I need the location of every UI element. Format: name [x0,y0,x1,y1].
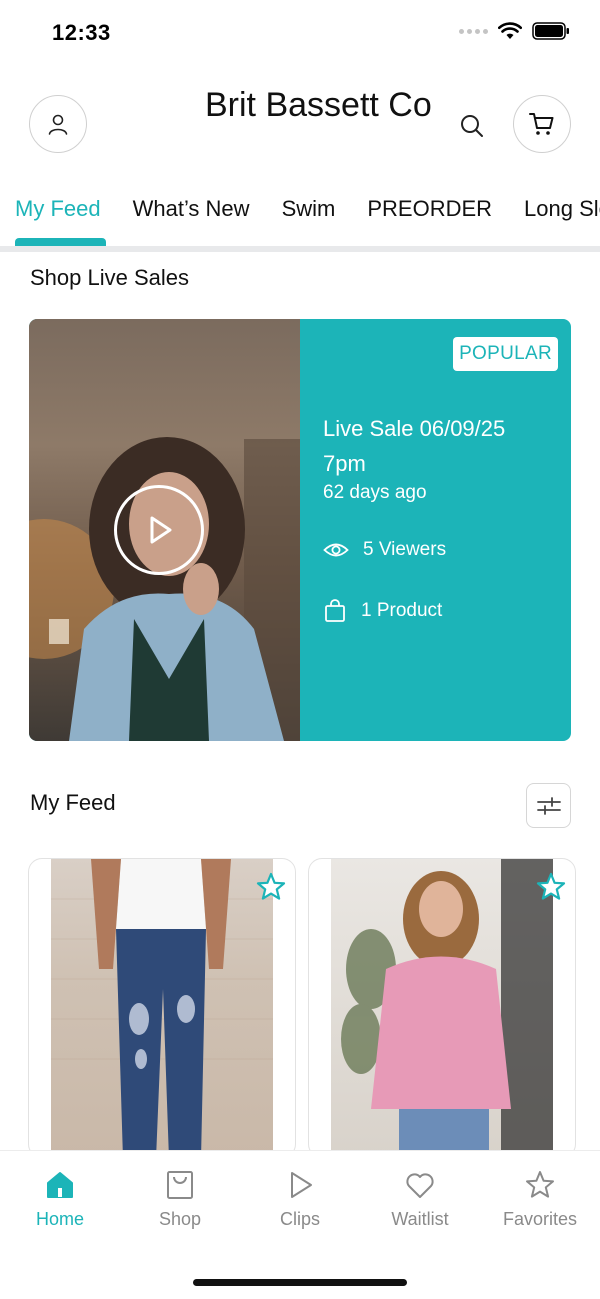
filter-button[interactable] [526,783,571,828]
brand-title: Brit Bassett Co [205,86,432,124]
shopping-bag-icon [167,1171,193,1199]
nav-shop[interactable]: Shop [120,1169,240,1230]
signal-icon [459,28,488,34]
play-icon [150,516,172,544]
search-icon [461,115,483,137]
tab-preorder[interactable]: PREORDER [367,196,492,222]
wifi-icon [498,22,522,39]
heart-icon [406,1173,434,1198]
nav-clips-label: Clips [279,1209,320,1229]
shopping-bag-icon [325,599,345,622]
app-header: Brit Bassett Co [0,66,600,176]
popular-badge: POPULAR [453,337,558,371]
products-row: 1 Product [323,599,442,623]
live-sale-card[interactable]: POPULAR Live Sale 06/09/25 7pm 62 days a… [29,319,571,741]
live-sale-name: Live Sale 06/09/25 7pm [323,416,506,476]
viewers-row: 5 Viewers [323,539,446,561]
battery-icon [532,22,569,40]
viewers-count: 5 Viewers [363,539,447,560]
status-bar: 12:33 [0,0,600,66]
tab-my-feed[interactable]: My Feed [15,196,101,222]
status-icons [459,22,570,40]
favorite-button[interactable] [535,871,567,908]
nav-home-label: Home [35,1209,84,1229]
bottom-navigation: Home Shop Clips Waitlist Favorites [0,1150,600,1299]
live-sale-info: POPULAR Live Sale 06/09/25 7pm 62 days a… [300,319,571,741]
live-sales-title: Shop Live Sales [30,265,189,290]
product-image [51,859,273,1157]
product-image [331,859,553,1157]
star-icon [536,872,566,900]
live-sale-ago: 62 days ago [323,482,427,503]
account-button[interactable] [29,95,87,153]
tab-long-sleeve[interactable]: Long Sleeve [524,196,600,222]
nav-home[interactable]: Home [0,1169,120,1230]
star-icon [526,1171,554,1198]
play-video-button[interactable] [114,485,204,575]
feed-title: My Feed [30,790,116,815]
nav-waitlist[interactable]: Waitlist [360,1169,480,1230]
product-card[interactable] [308,858,576,1158]
eye-icon [323,543,349,557]
search-button[interactable] [452,106,492,146]
tab-whats-new[interactable]: What’s New [133,196,250,222]
home-indicator [193,1279,407,1286]
user-icon [48,114,68,135]
nav-favorites[interactable]: Favorites [480,1169,600,1230]
product-card[interactable] [28,858,296,1158]
nav-waitlist-label: Waitlist [391,1209,449,1229]
play-icon [291,1172,312,1198]
category-tabs: My Feed What’s New Swim PREORDER Long Sl… [0,190,600,252]
status-time: 12:33 [52,20,111,45]
tab-swim[interactable]: Swim [282,196,336,222]
nav-shop-label: Shop [158,1209,202,1229]
products-count: 1 Product [361,600,443,621]
cart-button[interactable] [513,95,571,153]
active-tab-indicator [15,238,106,246]
favorite-button[interactable] [255,871,287,908]
nav-clips[interactable]: Clips [240,1169,360,1230]
star-icon [256,872,286,900]
sliders-icon [536,796,561,815]
nav-favorites-label: Favorites [502,1209,578,1229]
home-icon [47,1172,73,1198]
cart-icon [529,113,554,135]
live-video-thumbnail[interactable] [29,319,300,741]
tabs-divider [0,246,600,252]
